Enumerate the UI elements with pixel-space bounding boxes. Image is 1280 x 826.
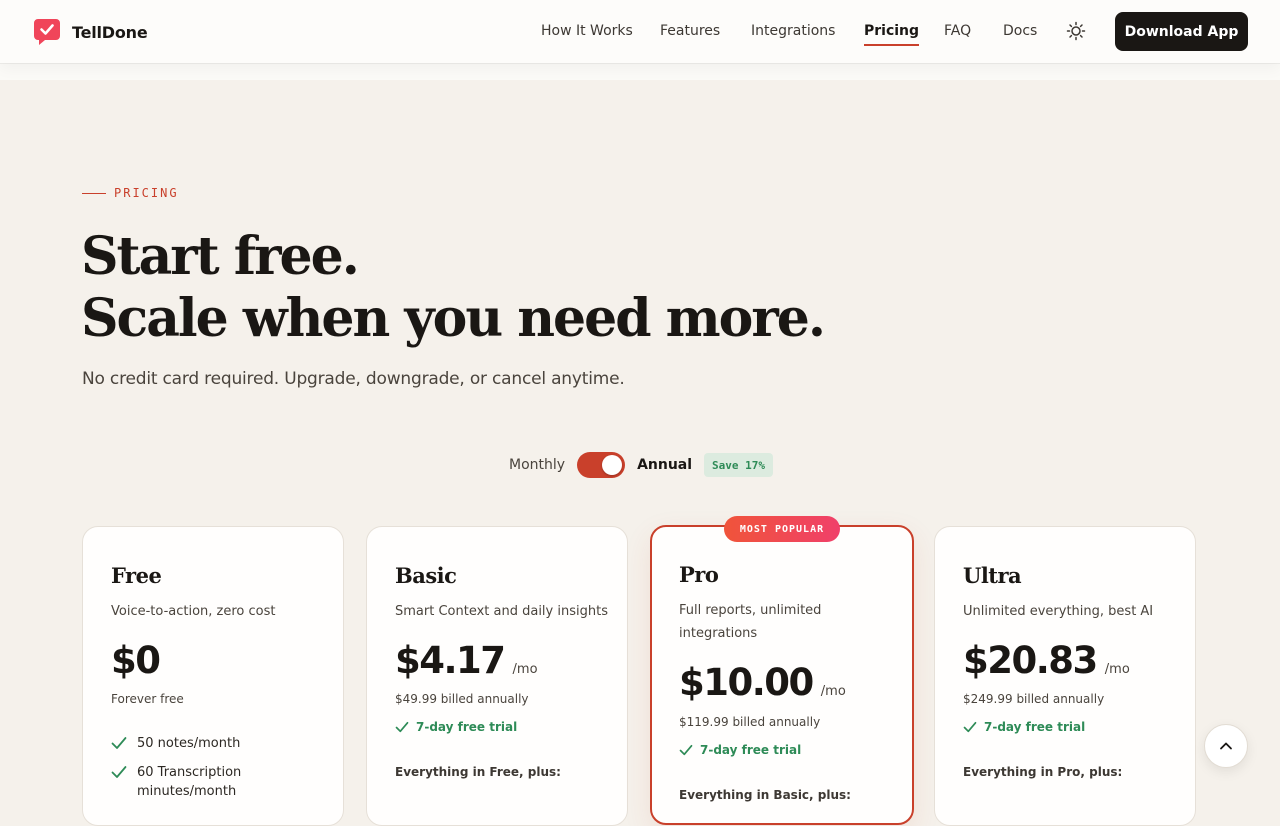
- chevron-up-icon: [1220, 742, 1232, 750]
- save-percentage-badge: Save 17%: [704, 453, 774, 477]
- plan-price-amount: $10.00: [679, 661, 814, 704]
- annual-label[interactable]: Annual: [637, 457, 692, 473]
- headline-line-2: Scale when you need more.: [81, 288, 826, 349]
- header-divider-band: [0, 63, 1280, 80]
- trial-text: 7-day free trial: [700, 743, 802, 757]
- plan-billing-note: $119.99 billed annually: [679, 715, 821, 729]
- eyebrow-rule: [82, 192, 106, 194]
- checkmark-speech-bubble-icon: [34, 19, 60, 45]
- nav-features[interactable]: Features: [660, 23, 720, 43]
- plan-billing-note: $49.99 billed annually: [395, 692, 529, 706]
- theme-toggle-button[interactable]: [1063, 18, 1089, 44]
- checkmark-icon: [111, 737, 127, 749]
- billing-toggle-switch[interactable]: [577, 452, 626, 478]
- plan-name: Free: [111, 563, 162, 588]
- checkmark-icon: [395, 721, 409, 733]
- nav-pricing[interactable]: Pricing: [864, 23, 920, 46]
- plan-tagline: Voice-to-action, zero cost: [111, 604, 276, 619]
- plan-price-amount: $20.83: [963, 639, 1098, 682]
- nav-pricing-label: Pricing: [864, 23, 920, 39]
- plan-price-period: /mo: [1104, 662, 1130, 677]
- most-popular-badge: MOST POPULAR: [724, 516, 840, 542]
- plan-price-amount: $0: [111, 639, 161, 682]
- plan-card-basic: Basic Smart Context and daily insights $…: [366, 526, 628, 826]
- page-subheading: No credit card required. Upgrade, downgr…: [82, 369, 625, 389]
- plan-inherits-note: Everything in Free, plus:: [395, 765, 561, 779]
- plan-price-amount: $4.17: [395, 639, 506, 682]
- plan-trial-note: 7-day free trial: [963, 720, 1085, 734]
- plan-tagline: Full reports, unlimited integrations: [679, 603, 822, 641]
- nav-docs[interactable]: Docs: [1003, 23, 1037, 43]
- plan-billing-note: Forever free: [111, 692, 184, 706]
- plan-name: Basic: [395, 563, 457, 588]
- nav-integrations[interactable]: Integrations: [751, 23, 835, 43]
- eyebrow-label: PRICING: [114, 186, 179, 200]
- checkmark-icon: [111, 766, 127, 778]
- brand-name: TellDone: [72, 22, 148, 42]
- plan-inherits-note: Everything in Pro, plus:: [963, 765, 1123, 779]
- checkmark-icon: [963, 721, 977, 733]
- active-nav-underline: [864, 44, 920, 46]
- feature-text: 60 Transcription minutes/month: [137, 765, 242, 799]
- section-eyebrow: PRICING: [82, 186, 179, 200]
- page-headline: Start free. Scale when you need more.: [81, 226, 826, 350]
- plan-card-pro: Pro Full reports, unlimited integrations…: [650, 525, 914, 825]
- toggle-knob: [602, 455, 623, 475]
- plan-price: $20.83 /mo: [963, 639, 1130, 682]
- plan-tagline: Smart Context and daily insights: [395, 604, 608, 619]
- plan-price-period: /mo: [820, 684, 846, 699]
- plan-name: Pro: [679, 562, 719, 587]
- plan-trial-note: 7-day free trial: [679, 743, 801, 757]
- plan-feature-item: 60 Transcription minutes/month: [111, 763, 291, 801]
- headline-line-1: Start free.: [81, 226, 360, 287]
- plan-card-ultra: Ultra Unlimited everything, best AI $20.…: [934, 526, 1196, 826]
- top-navigation-bar: TellDone How It Works Features Integrati…: [0, 0, 1280, 63]
- plan-billing-note: $249.99 billed annually: [963, 692, 1105, 706]
- monthly-label[interactable]: Monthly: [509, 457, 565, 473]
- scroll-to-top-button[interactable]: [1204, 724, 1248, 768]
- brand-logo-link[interactable]: TellDone: [33, 18, 148, 46]
- billing-period-switcher: Monthly Annual Save 17%: [509, 452, 774, 478]
- plan-name: Ultra: [963, 563, 1022, 588]
- plan-price: $4.17 /mo: [395, 639, 538, 682]
- nav-how-it-works[interactable]: How It Works: [541, 23, 633, 43]
- trial-text: 7-day free trial: [984, 720, 1086, 734]
- plan-price: $10.00 /mo: [679, 661, 846, 704]
- plan-price: $0: [111, 639, 161, 682]
- plan-price-period: /mo: [512, 662, 538, 677]
- feature-text: 50 notes/month: [137, 736, 241, 751]
- plan-tagline: Unlimited everything, best AI: [963, 604, 1154, 619]
- plan-feature-item: 50 notes/month: [111, 734, 240, 753]
- sun-icon: [1066, 21, 1086, 41]
- plan-trial-note: 7-day free trial: [395, 720, 517, 734]
- trial-text: 7-day free trial: [416, 720, 518, 734]
- checkmark-icon: [679, 744, 693, 756]
- plan-card-free: Free Voice-to-action, zero cost $0 Forev…: [82, 526, 344, 826]
- nav-faq[interactable]: FAQ: [944, 23, 971, 43]
- download-app-button[interactable]: Download App: [1115, 12, 1248, 51]
